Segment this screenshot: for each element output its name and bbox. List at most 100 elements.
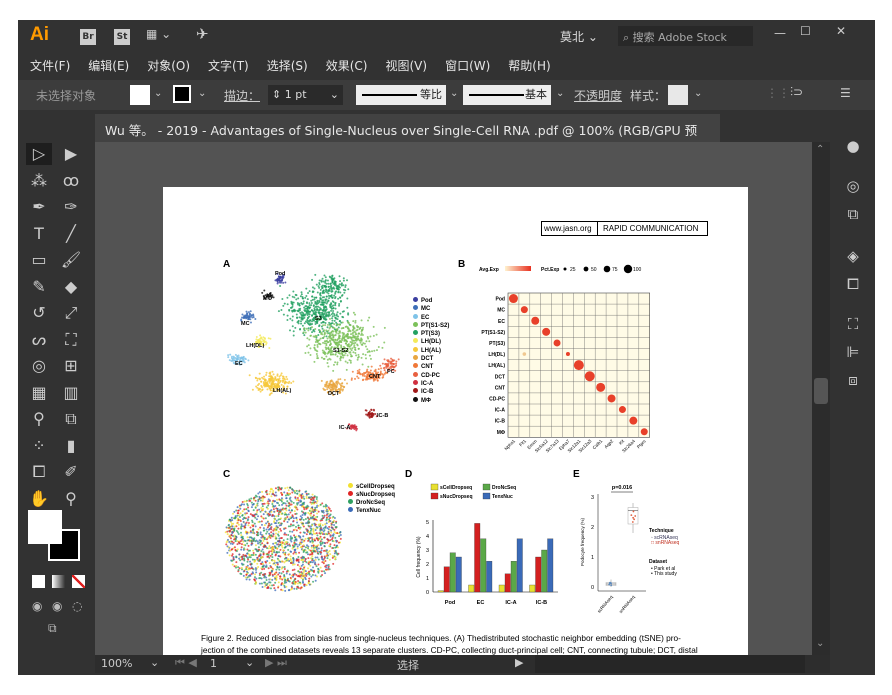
scroll-down-icon[interactable]: ⌄ — [816, 638, 824, 649]
shape-builder-tool-icon[interactable]: ◎ — [26, 355, 52, 377]
draw-normal-icon[interactable]: ◉ — [32, 599, 42, 613]
pen-tool-icon[interactable]: ✒ — [26, 196, 52, 218]
scrollbar-thumb[interactable] — [814, 378, 828, 404]
menu-view[interactable]: 视图(V) — [385, 57, 427, 74]
warp-tool-icon[interactable]: ᔕ — [26, 329, 52, 351]
fill-swatch[interactable] — [130, 85, 150, 105]
zoom-tool-icon[interactable]: ⚲ — [58, 488, 84, 510]
zoom-dropdown[interactable]: ⌄ — [150, 656, 159, 669]
tsne-point — [252, 509, 255, 512]
stroke-weight-input[interactable]: ⇕ 1 pt ⌄ — [268, 85, 343, 105]
slice-tool-icon[interactable]: ✐ — [58, 461, 84, 483]
menu-type[interactable]: 文字(T) — [208, 57, 249, 74]
menu-window[interactable]: 窗口(W) — [445, 57, 490, 74]
tsne-point — [271, 573, 274, 576]
stroke-label[interactable]: 描边： — [224, 87, 260, 104]
minimize-button[interactable]: — — [774, 26, 786, 40]
artboard-number[interactable]: 1 — [210, 657, 217, 670]
color-panel-icon[interactable]: ● — [842, 137, 864, 159]
libraries-icon[interactable]: ◎ — [842, 177, 864, 199]
vertical-scrollbar[interactable]: ⌃ ⌄ — [812, 142, 830, 655]
bridge-button[interactable]: Br — [80, 29, 96, 45]
transform-panel-icon[interactable]: ⛶ — [842, 315, 864, 337]
menu-help[interactable]: 帮助(H) — [508, 57, 550, 74]
tsne-point — [250, 554, 253, 557]
perspective-tool-icon[interactable]: ⊞ — [58, 355, 84, 377]
menu-file[interactable]: 文件(F) — [30, 57, 70, 74]
stroke-swatch[interactable] — [173, 85, 191, 103]
status-menu-arrow[interactable]: ▶ — [515, 656, 523, 669]
export-icon[interactable]: ⧉ — [842, 205, 864, 227]
eraser-tool-icon[interactable]: ◆ — [58, 276, 84, 298]
document-tab[interactable]: Wu 等。 - 2019 - Advantages of Single-Nucl… — [95, 114, 720, 157]
scale-tool-icon[interactable]: ⤢ — [58, 302, 84, 324]
magic-wand-tool-icon[interactable]: ⁂ — [26, 170, 52, 192]
draw-inside-icon[interactable]: ◌ — [72, 599, 82, 613]
hand-tool-icon[interactable]: ✋ — [26, 488, 52, 510]
next-artboard-button[interactable]: ▶ ⏭ — [265, 656, 287, 670]
graph-tool-icon[interactable]: ▮ — [58, 435, 84, 457]
panel-menu-icon[interactable]: ☰ — [840, 86, 851, 100]
type-tool-icon[interactable]: T — [26, 223, 52, 245]
layers-icon[interactable]: ◈ — [842, 247, 864, 269]
style-dropdown[interactable]: ⌄ — [694, 88, 702, 99]
stroke-dropdown[interactable]: ⌄ — [198, 88, 206, 99]
gpu-performance-icon[interactable]: ✈ — [196, 25, 209, 43]
lasso-tool-icon[interactable]: ꝏ — [58, 170, 84, 192]
artboards-icon[interactable]: ⧠ — [842, 275, 864, 297]
menu-object[interactable]: 对象(O) — [147, 57, 190, 74]
tsne-point — [330, 531, 333, 534]
pathfinder-icon[interactable]: ⧈ — [842, 371, 864, 393]
tsne-point — [281, 297, 284, 300]
artboard-tool-icon[interactable]: ⧠ — [26, 461, 52, 483]
screen-mode-icon[interactable]: ⧉ — [48, 621, 57, 636]
stock-search-input[interactable]: ⌕ 搜索 Adobe Stock — [618, 26, 753, 46]
workspace-switcher[interactable]: 莫北 ⌄ — [560, 28, 598, 45]
gradient-tool-icon[interactable]: ▥ — [58, 382, 84, 404]
scroll-up-icon[interactable]: ⌃ — [816, 144, 824, 155]
maximize-button[interactable]: ☐ — [800, 24, 811, 38]
canvas[interactable]: www.jasn.org RAPID COMMUNICATION A B C D… — [95, 142, 812, 655]
curvature-tool-icon[interactable]: ✑ — [58, 196, 84, 218]
none-mode-button[interactable] — [72, 575, 85, 588]
opacity-label[interactable]: 不透明度 — [574, 87, 622, 104]
menu-edit[interactable]: 编辑(E) — [88, 57, 129, 74]
brush-definition[interactable]: 基本 — [463, 85, 551, 105]
variable-width-profile[interactable]: 等比 — [356, 85, 446, 105]
arrange-documents-icon[interactable]: ▦ ⌄ — [146, 27, 171, 41]
close-window-button[interactable]: ✕ — [836, 24, 846, 38]
brush-dropdown[interactable]: ⌄ — [556, 88, 564, 99]
rectangle-tool-icon[interactable]: ▭ — [26, 249, 52, 271]
mesh-tool-icon[interactable]: ▦ — [26, 382, 52, 404]
free-transform-tool-icon[interactable]: ⛶ — [58, 329, 84, 351]
align-panel-icon[interactable]: ⊫ — [842, 343, 864, 365]
graphic-style-swatch[interactable] — [668, 85, 688, 105]
paintbrush-tool-icon[interactable]: 🖌 — [58, 249, 84, 271]
transform-icon[interactable]: ⫶⊃ — [790, 85, 803, 100]
stock-button[interactable]: St — [114, 29, 130, 45]
eyedropper-tool-icon[interactable]: ⚲ — [26, 408, 52, 430]
align-icon[interactable]: ⋮⋮ — [766, 86, 790, 100]
symbol-sprayer-tool-icon[interactable]: ⁘ — [26, 435, 52, 457]
horizontal-scrollbar[interactable] — [535, 655, 805, 673]
line-tool-icon[interactable]: ╱ — [58, 223, 84, 245]
tsne-point — [345, 325, 348, 328]
first-artboard-button[interactable]: ⏮ ◀ — [175, 656, 197, 670]
selection-tool-icon[interactable]: ▷ — [26, 143, 52, 165]
fill-color-box[interactable] — [28, 510, 62, 544]
zoom-level[interactable]: 100% — [101, 657, 132, 670]
direct-selection-tool-icon[interactable]: ▶ — [58, 143, 84, 165]
blend-tool-icon[interactable]: ⧉ — [58, 408, 84, 430]
profile-dropdown[interactable]: ⌄ — [450, 88, 458, 99]
draw-behind-icon[interactable]: ◉ — [52, 599, 62, 613]
dotplot-row-label: PT(S1-S2) — [481, 330, 505, 336]
shaper-tool-icon[interactable]: ✎ — [26, 276, 52, 298]
rotate-tool-icon[interactable]: ↺ — [26, 302, 52, 324]
artboard-dropdown[interactable]: ⌄ — [245, 656, 254, 669]
tsne-point — [266, 383, 269, 386]
fill-dropdown[interactable]: ⌄ — [154, 88, 162, 99]
menu-select[interactable]: 选择(S) — [267, 57, 308, 74]
color-mode-button[interactable] — [32, 575, 45, 588]
menu-effect[interactable]: 效果(C) — [326, 57, 368, 74]
gradient-mode-button[interactable] — [52, 575, 65, 588]
